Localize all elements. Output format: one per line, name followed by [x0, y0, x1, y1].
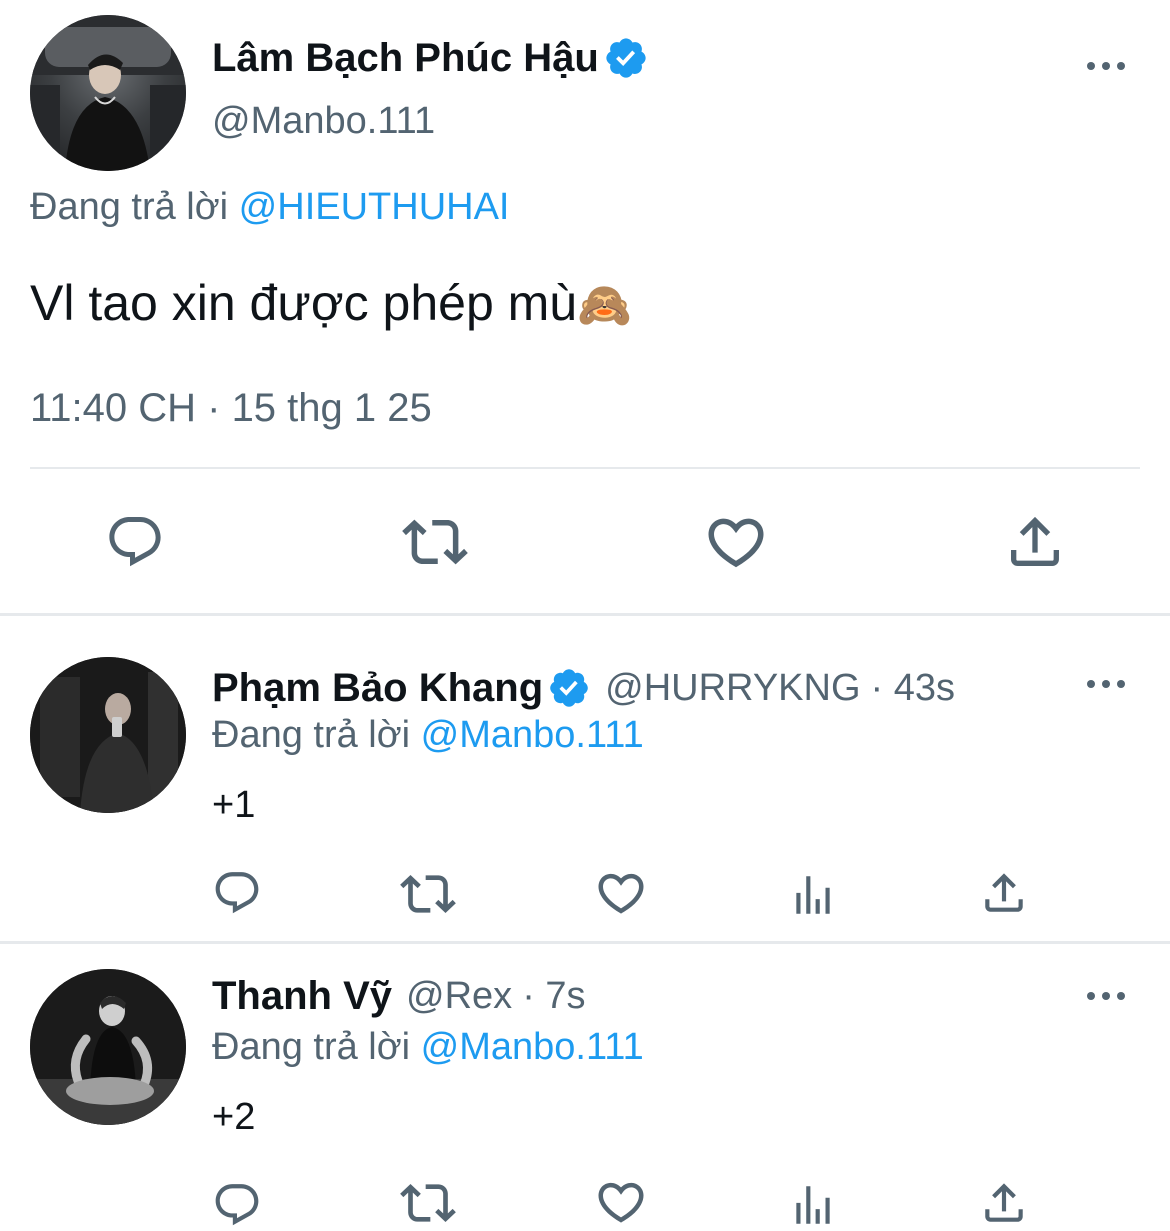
relative-time[interactable]: · 7s [522, 975, 585, 1018]
like-icon[interactable] [703, 509, 769, 575]
replying-to-line: Đang trả lời @Manbo.111 [212, 714, 644, 757]
replying-to-label: Đang trả lời [30, 186, 229, 228]
tweet-text-line: Vl tao xin được phép mù🙈 [30, 274, 632, 332]
share-icon[interactable] [1003, 510, 1067, 574]
views-icon[interactable] [788, 1180, 838, 1230]
avatar[interactable] [30, 15, 186, 171]
author-handle[interactable]: @Manbo.111 [212, 100, 435, 143]
avatar-photo [30, 969, 186, 1125]
retweet-icon[interactable] [400, 1175, 456, 1231]
reply-icon[interactable] [212, 868, 262, 918]
reply-text: +1 [212, 784, 256, 826]
divider [30, 467, 1140, 469]
section-divider [0, 941, 1170, 944]
relative-time[interactable]: · 43s [871, 667, 955, 710]
author-name[interactable]: Lâm Bạch Phúc Hậu [212, 36, 599, 81]
retweet-icon[interactable] [400, 866, 456, 922]
like-icon[interactable] [594, 866, 648, 920]
more-options-icon[interactable] [1086, 678, 1126, 690]
see-no-evil-monkey-emoji: 🙈 [577, 281, 632, 330]
avatar[interactable] [30, 969, 186, 1125]
share-icon[interactable] [979, 868, 1029, 918]
reply-to-mention[interactable]: @HIEUTHUHAI [239, 186, 510, 228]
reply-to-mention[interactable]: @Manbo.111 [421, 714, 644, 756]
tweet-timestamp[interactable]: 11:40 CH · 15 thg 1 25 [30, 386, 432, 431]
replying-to-line: Đang trả lời @Manbo.111 [212, 1026, 644, 1069]
author-handle[interactable]: @Rex [406, 975, 512, 1018]
verified-badge-icon [603, 35, 649, 81]
section-divider [0, 613, 1170, 616]
share-icon[interactable] [979, 1178, 1029, 1228]
verified-badge-icon [547, 666, 591, 710]
reply-icon[interactable] [105, 512, 165, 572]
replying-to-label: Đang trả lời [212, 714, 411, 756]
tweet-text: Vl tao xin được phép mù [30, 275, 578, 331]
avatar[interactable] [30, 657, 186, 813]
like-icon[interactable] [594, 1175, 648, 1229]
reply-icon[interactable] [212, 1180, 262, 1230]
avatar-photo [30, 657, 186, 813]
more-options-icon[interactable] [1086, 990, 1126, 1002]
replying-to-label: Đang trả lời [212, 1026, 411, 1068]
replying-to-line: Đang trả lời @HIEUTHUHAI [30, 186, 509, 229]
author-name[interactable]: Phạm Bảo Khang [212, 666, 543, 711]
avatar-photo [30, 15, 186, 171]
author-handle[interactable]: @HURRYKNG [605, 667, 860, 710]
more-options-icon[interactable] [1086, 60, 1126, 72]
retweet-icon[interactable] [402, 509, 468, 575]
reply-text: +2 [212, 1096, 256, 1138]
views-icon[interactable] [788, 870, 838, 920]
author-name[interactable]: Thanh Vỹ [212, 974, 392, 1019]
reply-to-mention[interactable]: @Manbo.111 [421, 1026, 644, 1068]
